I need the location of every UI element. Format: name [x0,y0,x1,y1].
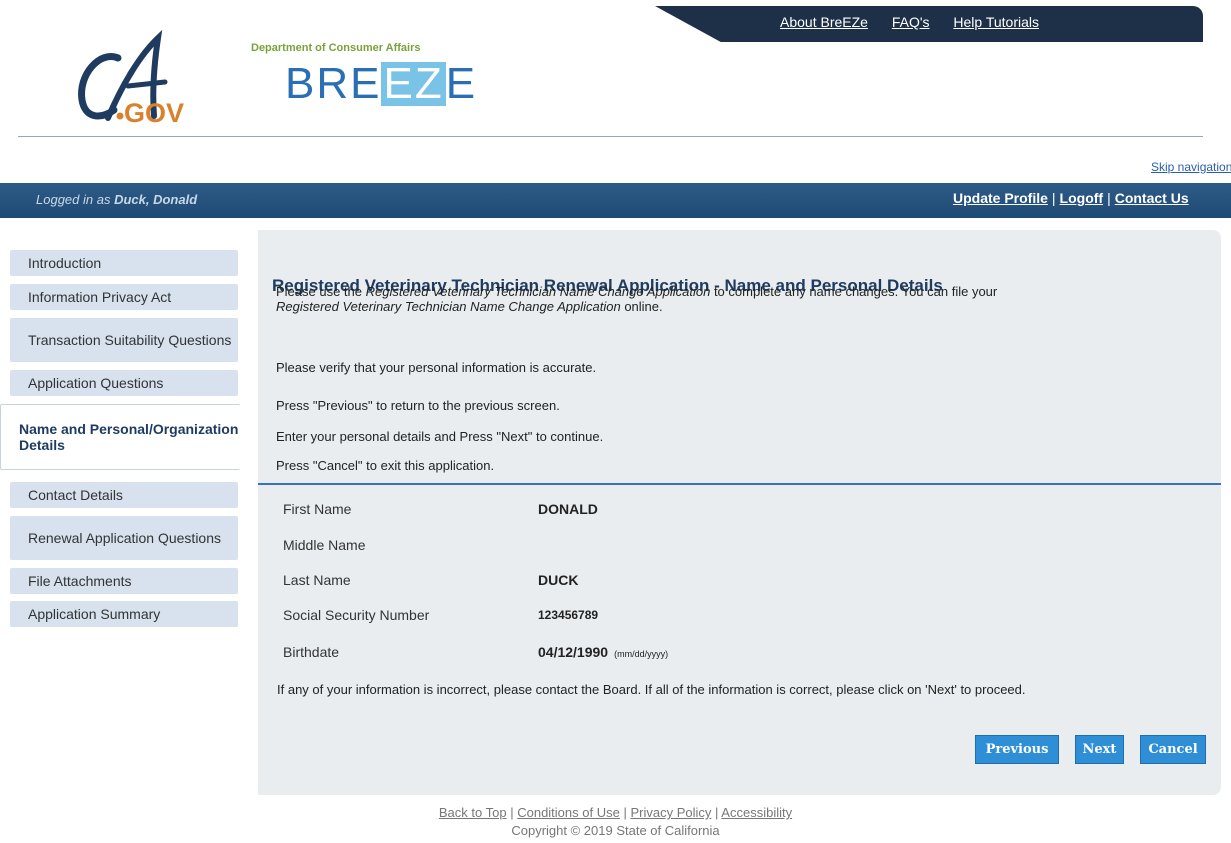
last-name-value: DUCK [538,572,579,588]
dca-label: Department of Consumer Affairs [251,42,421,54]
copyright: Copyright © 2019 State of California [511,823,720,838]
account-links: Update Profile | Logoff | Contact Us [953,190,1189,206]
next-button[interactable]: Next [1075,735,1124,764]
instruction-previous: Press "Previous" to return to the previo… [276,398,560,413]
last-name-label: Last Name [283,572,351,588]
verify-text: Please verify that your personal informa… [276,360,597,375]
logged-in-user: Duck, Donald [114,192,198,207]
name-change-application-ref: Registered Veterinary Technician Name Ch… [365,284,711,299]
first-name-value: DONALD [538,501,598,517]
breeze-logo-text-3: E [445,59,478,108]
conditions-of-use-link[interactable]: Conditions of Use [517,805,620,820]
svg-text:GOV: GOV [124,98,184,128]
intro-text-part: to complete any name changes. You can fi… [710,284,998,299]
intro-text-part: Please use the [276,284,366,299]
birthdate-format-hint: (mm/dd/yyyy) [614,649,669,659]
sidebar-item-renewal-questions[interactable]: Renewal Application Questions [10,516,238,560]
birthdate-value: 04/12/1990 (mm/dd/yyyy) [538,644,668,660]
ssn-label: Social Security Number [283,607,430,623]
sidebar-item-application-summary[interactable]: Application Summary [10,601,238,627]
sidebar-item-introduction[interactable]: Introduction [10,250,238,276]
breeze-logo[interactable]: BREEZE [285,62,477,106]
about-breeze-link[interactable]: About BreEZe [780,14,868,30]
back-to-top-link[interactable]: Back to Top [439,805,507,820]
name-change-application-ref: Registered Veterinary Technician Name Ch… [276,299,621,314]
first-name-label: First Name [283,501,352,517]
footer-links: Back to Top | Conditions of Use | Privac… [0,805,1231,820]
update-profile-link[interactable]: Update Profile [953,190,1048,206]
logged-in-text: Logged in as Duck, Donald [36,192,197,207]
instruction-next: Enter your personal details and Press "N… [276,429,604,444]
ca-gov-logo[interactable]: GOV [70,30,205,130]
logoff-link[interactable]: Logoff [1060,190,1104,206]
middle-name-label: Middle Name [283,537,366,553]
top-nav: About BreEZe FAQ's Help Tutorials [780,14,1059,30]
main-panel [258,230,1221,795]
skip-navigation-link[interactable]: Skip navigation [1151,160,1231,174]
breeze-logo-text-1: BRE [285,59,382,108]
breeze-logo-text-2: EZ [381,59,446,108]
instruction-cancel: Press "Cancel" to exit this application. [276,458,495,473]
contact-us-link[interactable]: Contact Us [1115,190,1189,206]
sidebar-item-application-questions[interactable]: Application Questions [10,370,238,396]
separator: | [1051,190,1056,206]
sidebar-item-file-attachments[interactable]: File Attachments [10,568,238,594]
birthdate-date: 04/12/1990 [538,644,609,660]
sidebar-item-name-details[interactable]: Name and Personal/Organization Details [0,404,240,470]
help-tutorials-link[interactable]: Help Tutorials [953,14,1039,30]
notice-text: If any of your information is incorrect,… [277,682,1026,697]
intro-text-part: online. [620,299,663,314]
intro-text: Please use the Registered Veterinary Tec… [276,284,997,314]
sidebar-item-privacy-act[interactable]: Information Privacy Act [10,284,238,310]
separator: | [1107,190,1111,206]
birthdate-label: Birthdate [283,644,340,660]
accessibility-link[interactable]: Accessibility [721,805,792,820]
faqs-link[interactable]: FAQ's [892,14,930,30]
privacy-policy-link[interactable]: Privacy Policy [630,805,711,820]
sidebar [20,230,258,795]
cancel-button[interactable]: Cancel [1140,735,1206,764]
sidebar-item-contact-details[interactable]: Contact Details [10,482,238,508]
sidebar-item-transaction-suitability[interactable]: Transaction Suitability Questions [10,318,238,362]
logged-in-prefix: Logged in as [36,192,115,207]
section-divider [258,483,1221,485]
ssn-value: 123456789 [538,608,599,622]
previous-button[interactable]: Previous [975,735,1059,764]
